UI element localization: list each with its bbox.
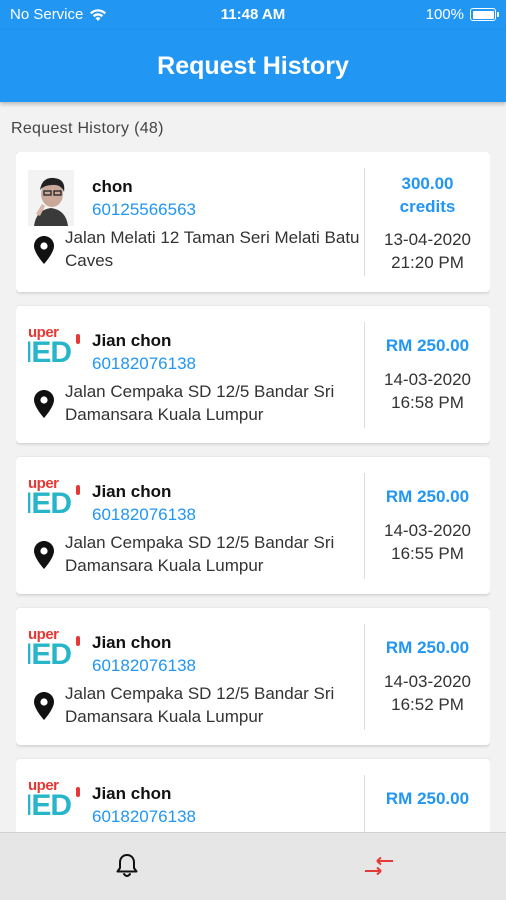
request-summary: 300.00 credits 13-04-2020 21:20 PM <box>365 152 490 292</box>
app-bar: Request History <box>0 30 506 102</box>
status-right: 100% <box>425 6 499 23</box>
request-date: 14-03-2020 <box>384 370 471 389</box>
avatar <box>28 170 74 226</box>
customer-name: Jian chon <box>92 633 172 652</box>
request-card[interactable]: uper IED Jian chon 60182076138 Jalan Cem… <box>16 457 490 594</box>
location-pin-icon <box>34 236 54 264</box>
customer-phone[interactable]: 60125566563 <box>92 200 196 220</box>
battery-icon <box>470 8 499 21</box>
price: RM 250.00 <box>385 336 470 355</box>
request-summary: RM 250.00 14-03-2020 16:58 PM <box>365 306 490 443</box>
request-list[interactable]: chon 60125566563 Jalan Melati 12 Taman S… <box>16 152 490 832</box>
customer-name: Jian chon <box>92 482 172 501</box>
bottom-nav <box>0 832 506 900</box>
page-title: Request History <box>157 52 349 80</box>
customer-phone[interactable]: 60182076138 <box>92 807 196 827</box>
supermed-logo: uper IED <box>28 779 84 829</box>
request-date: 14-03-2020 <box>384 672 471 691</box>
request-card[interactable]: uper IED Jian chon 60182076138 Jalan Cem… <box>16 306 490 443</box>
logo-text-bottom: IED <box>28 487 72 520</box>
logo-text-bottom: IED <box>28 336 72 369</box>
customer-address: Jalan Cempaka SD 12/5 Bandar Sri Damansa… <box>65 382 335 424</box>
tab-notifications[interactable] <box>97 841 157 891</box>
location-pin-icon <box>34 541 54 569</box>
customer-phone[interactable]: 60182076138 <box>92 656 196 676</box>
customer-address: Jalan Melati 12 Taman Seri Melati Batu C… <box>65 228 360 270</box>
customer-phone[interactable]: 60182076138 <box>92 354 196 374</box>
request-card[interactable]: uper IED Jian chon 60182076138 Jalan Cem… <box>16 608 490 745</box>
bell-icon <box>116 854 138 877</box>
transfer-arrows-icon <box>365 856 393 876</box>
location-pin-icon <box>34 692 54 720</box>
supermed-logo: uper IED <box>28 477 84 527</box>
customer-name: Jian chon <box>92 784 172 803</box>
request-summary: RM 250.00 14-03-2020 16:52 PM <box>365 608 490 745</box>
customer-phone[interactable]: 60182076138 <box>92 505 196 525</box>
supermed-logo: uper IED <box>28 326 84 376</box>
price: 300.00 credits <box>399 174 456 216</box>
request-card[interactable]: uper IED Jian chon 60182076138 RM 250.00 <box>16 759 490 832</box>
customer-name: chon <box>92 177 133 196</box>
request-date: 13-04-2020 <box>384 230 471 249</box>
tab-history[interactable] <box>349 841 409 891</box>
customer-address: Jalan Cempaka SD 12/5 Bandar Sri Damansa… <box>65 533 335 575</box>
request-time: 16:55 PM <box>391 544 464 563</box>
price: RM 250.00 <box>385 487 470 506</box>
request-card[interactable]: chon 60125566563 Jalan Melati 12 Taman S… <box>16 152 490 292</box>
request-summary: RM 250.00 <box>365 759 490 832</box>
status-bar: No Service 11:48 AM 100% <box>0 0 506 30</box>
logo-text-bottom: IED <box>28 789 72 822</box>
request-time: 21:20 PM <box>391 253 464 272</box>
price: RM 250.00 <box>385 638 470 657</box>
logo-text-bottom: IED <box>28 638 72 671</box>
price: RM 250.00 <box>385 789 470 808</box>
customer-name: Jian chon <box>92 331 172 350</box>
request-summary: RM 250.00 14-03-2020 16:55 PM <box>365 457 490 594</box>
customer-address: Jalan Cempaka SD 12/5 Bandar Sri Damansa… <box>65 684 335 726</box>
request-time: 16:52 PM <box>391 695 464 714</box>
location-pin-icon <box>34 390 54 418</box>
history-count-label: Request History (48) <box>11 120 164 137</box>
battery-percent: 100% <box>425 6 464 23</box>
request-time: 16:58 PM <box>391 393 464 412</box>
supermed-logo: uper IED <box>28 628 84 678</box>
request-date: 14-03-2020 <box>384 521 471 540</box>
